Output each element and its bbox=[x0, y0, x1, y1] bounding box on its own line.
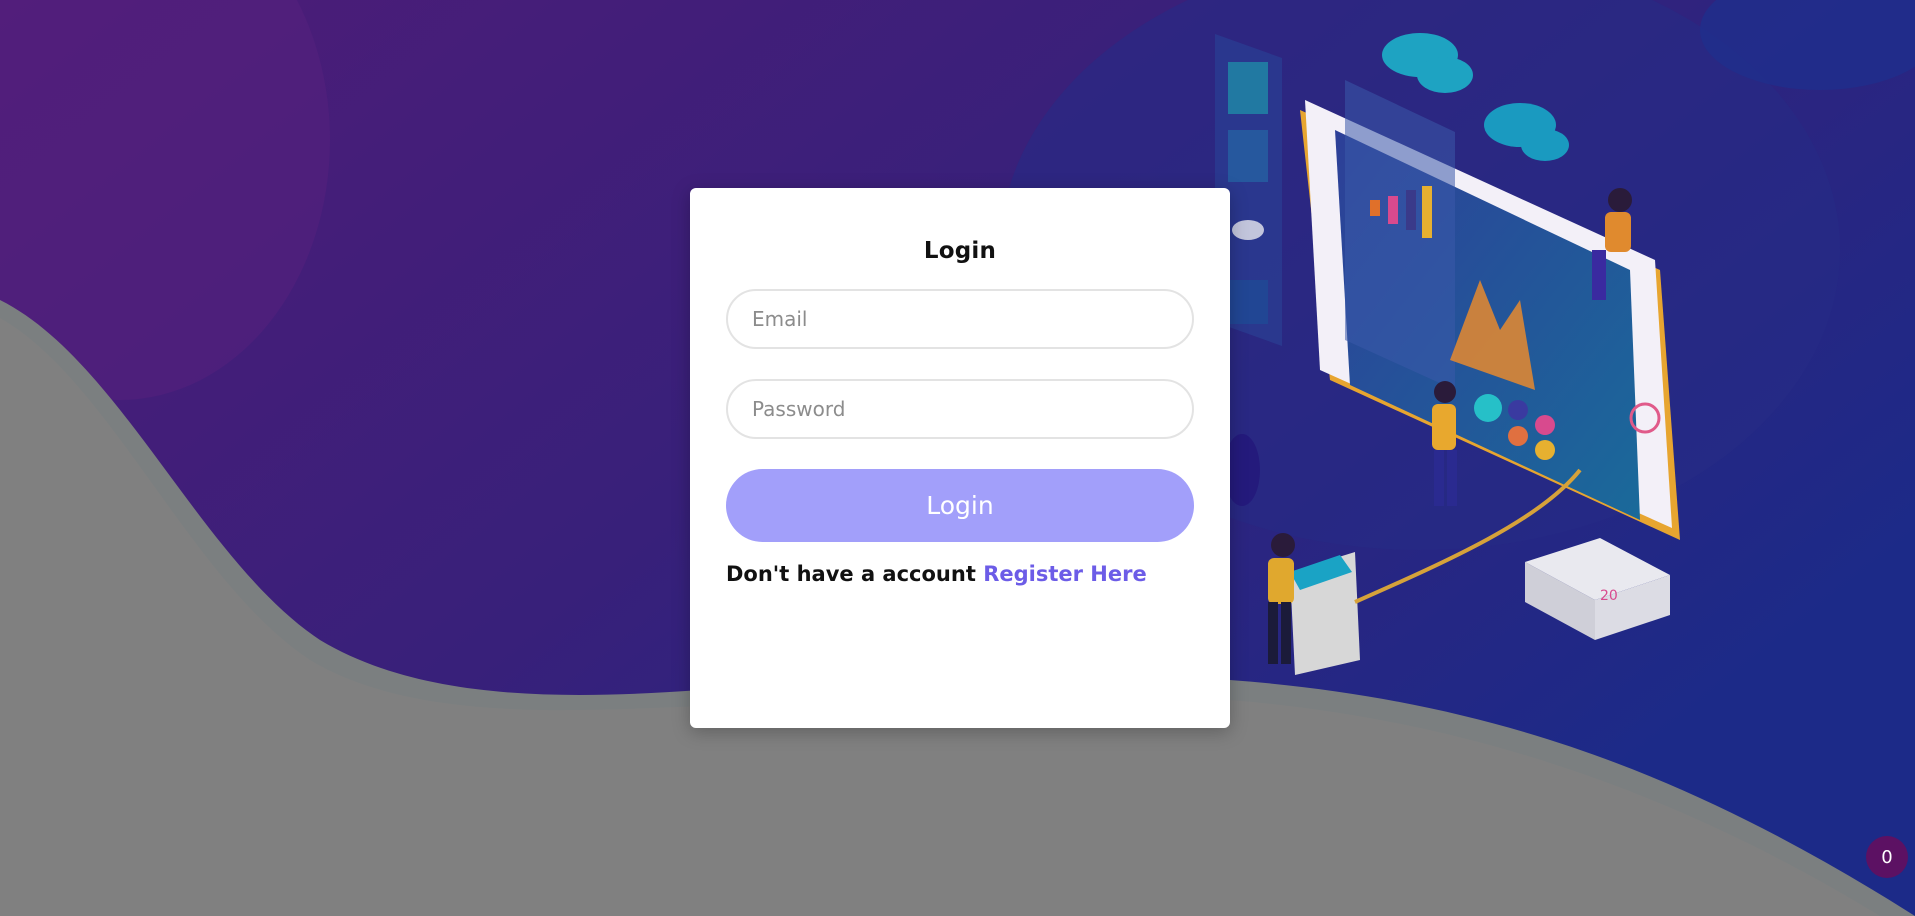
login-button[interactable]: Login bbox=[726, 469, 1194, 542]
register-link[interactable]: Register Here bbox=[983, 562, 1147, 586]
login-title: Login bbox=[923, 238, 997, 264]
email-input[interactable] bbox=[726, 289, 1194, 349]
password-input[interactable] bbox=[726, 379, 1194, 439]
register-prompt: Don't have a account bbox=[726, 562, 976, 586]
login-page: 20 Login Login Don't have a account Regi… bbox=[0, 0, 1915, 916]
login-card: Login Login Don't have a account Registe… bbox=[690, 188, 1230, 728]
notification-badge[interactable]: 0 bbox=[1866, 836, 1908, 878]
register-row: Don't have a account Register Here bbox=[726, 562, 1194, 586]
